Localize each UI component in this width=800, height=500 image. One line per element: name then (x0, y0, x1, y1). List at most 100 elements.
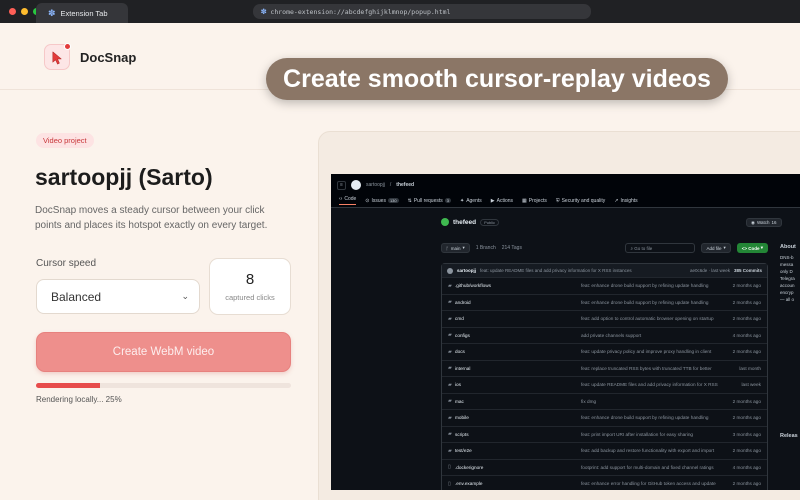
browser-tab[interactable]: ✽ Extension Tab (36, 3, 128, 23)
branch-select: ᚴ main ▾ (441, 243, 470, 253)
about-line: only D (780, 269, 793, 274)
file-commit-message: feat: print import URI after installatio… (581, 431, 694, 437)
table-row: ▰ android feat: enhance drone build suppor… (442, 295, 767, 311)
github-tab-label: Projects (528, 197, 547, 204)
chevron-down-icon: ▾ (759, 245, 763, 250)
branch-count: 1 Branch (475, 245, 496, 251)
folder-icon: ▰ (448, 431, 452, 438)
github-topbar: ≡ sartoopjj / thefeed (331, 174, 800, 196)
table-row: ▰ test/e2e feat: add backup and restore fu… (442, 443, 767, 460)
github-tab-label: Security and quality (561, 197, 606, 204)
table-row: ▰ cmd feat: add option to control automati… (442, 311, 767, 328)
table-row: ▰ docs feat: update privacy policy and imp… (442, 344, 767, 361)
file-date: 2 months ago (732, 415, 761, 421)
github-tab-label: Actions (496, 197, 514, 204)
github-tab-insights: ↗ Insights (614, 198, 637, 204)
table-row: ▯ .env.example feat: enhance error handlin… (442, 476, 767, 490)
release-heading: Releas (780, 433, 798, 439)
file-name: mac (455, 398, 464, 404)
file-commit-message: feat: update privacy policy and improve … (581, 349, 712, 355)
github-preview: ≡ sartoopjj / thefeed ‹› Code ⊙ Issues 130 ⇅ P… (331, 174, 800, 490)
folder-icon: ▰ (448, 332, 452, 339)
chevron-down-icon: ▾ (462, 245, 465, 250)
code-button-label: Code (748, 245, 760, 251)
github-tab-count: 130 (387, 198, 399, 203)
about-lines: DNS-b messa only D Telegra accoun encryp — all… (780, 254, 800, 303)
watch-button: ◉ Watch 16 (746, 218, 782, 227)
about-line: messa (780, 262, 794, 267)
file-commit-message: feat: enhance error handling for GitHub … (581, 481, 716, 487)
folder-icon: ▰ (448, 365, 452, 372)
github-owner: sartoopjj (366, 182, 385, 188)
file-commit-message: footprint: add support for multi-domain … (581, 464, 714, 470)
file-name: scripts (455, 431, 469, 437)
commit-message: feat: update README files and add privac… (480, 268, 632, 273)
table-row: ▰ ios feat: update README files and add pr… (442, 377, 767, 394)
file-name: .dockerignore (455, 464, 484, 470)
file-date: 2 months ago (732, 448, 761, 454)
github-tab-actions: ▶ Actions (491, 198, 513, 204)
github-tab-projects: ▦ Projects (522, 198, 547, 204)
commit-hash: ae0c6de · last week (689, 268, 730, 273)
file-name: ios (455, 382, 461, 388)
file-name: configs (455, 332, 470, 338)
github-tab-pull-requests: ⇅ Pull requests 3 (408, 198, 451, 204)
close-window-dot[interactable] (9, 8, 16, 15)
github-tab-icon: ⛨ (555, 197, 560, 204)
repo-visibility: Public (480, 218, 500, 226)
github-logo-icon (351, 180, 361, 190)
about-line: DNS-b (780, 255, 794, 260)
branch-name: main (450, 245, 461, 251)
file-name: android (455, 299, 471, 305)
about-sidebar: About DNS-b messa only D Telegra accoun encry… (780, 244, 800, 440)
minimize-window-dot[interactable] (21, 8, 28, 15)
file-name: cmd (455, 316, 464, 322)
cursor-speed-select[interactable]: Balanced ⌄ (36, 279, 200, 314)
captured-clicks-count: 8 (245, 271, 255, 288)
github-repo-tabs: ‹› Code ⊙ Issues 130 ⇅ Pull requests 3 ✦ Agents ▶ A… (331, 194, 800, 208)
go-to-file-input: ⌕ Go to file (625, 243, 696, 253)
table-row: ▰ scripts feat: print import URI after ins… (442, 427, 767, 443)
file-commit-message: feat: add backup and restore functionali… (581, 448, 715, 454)
file-table: sartoopjj feat: update README files and … (441, 263, 768, 490)
about-line: accoun (780, 283, 795, 288)
add-file-label: Add file (706, 245, 722, 251)
file-commit-message: feat: update README files and add privac… (581, 382, 718, 388)
project-description: DocSnap moves a steady cursor between yo… (35, 205, 268, 231)
file-commit-message: add private channels support (581, 332, 642, 338)
address-bar[interactable]: ✽ chrome-extension://abcdefghijklmnop/po… (253, 4, 591, 19)
file-name: docs (455, 349, 465, 355)
table-row: ▯ .dockerignore footprint: add support for… (442, 460, 767, 476)
logo-badge (64, 43, 71, 50)
create-webm-button[interactable]: Create WebM video (36, 332, 291, 372)
github-tab-icon: ✦ (459, 197, 465, 204)
about-line: Telegra (780, 276, 795, 281)
menu-icon: ≡ (337, 180, 346, 190)
github-tab-label: Issues (371, 197, 386, 204)
path-separator: / (389, 182, 392, 188)
add-file-button: Add file ▾ (701, 243, 731, 253)
github-tab-icon: ‹› (339, 196, 343, 202)
render-progress-bar (36, 383, 291, 388)
app-logo (44, 43, 71, 70)
github-repo-path: thefeed (396, 182, 415, 188)
file-date: 2 months ago (732, 299, 761, 305)
cursor-speed-value: Balanced (51, 289, 102, 304)
folder-icon: ▰ (448, 299, 452, 306)
table-row: ▰ internal feat: replace truncated RSS byt… (442, 361, 767, 377)
go-to-file-placeholder: Go to file (634, 245, 653, 251)
browser-tab-title: Extension Tab (60, 8, 108, 18)
folder-icon: ▰ (448, 282, 452, 289)
file-commit-message: feat: enhance drone build support by ref… (581, 283, 709, 289)
github-tab-security-and-quality: ⛨ Security and quality (556, 198, 605, 204)
folder-icon: ▰ (448, 315, 452, 322)
file-icon: ▯ (448, 464, 451, 471)
branch-row: ᚴ main ▾ 1 Branch 214 Tags ⌕ Go to file … (441, 243, 768, 253)
cursor-speed-label: Cursor speed (36, 258, 97, 269)
file-date: 2 months ago (732, 481, 761, 487)
github-tab-agents: ✦ Agents (460, 198, 482, 204)
folder-icon: ▰ (448, 414, 452, 421)
watch-count: 16 (771, 220, 777, 225)
latest-commit: sartoopjj feat: update README files and … (442, 264, 767, 278)
commit-count: 385 Commits (733, 268, 762, 273)
